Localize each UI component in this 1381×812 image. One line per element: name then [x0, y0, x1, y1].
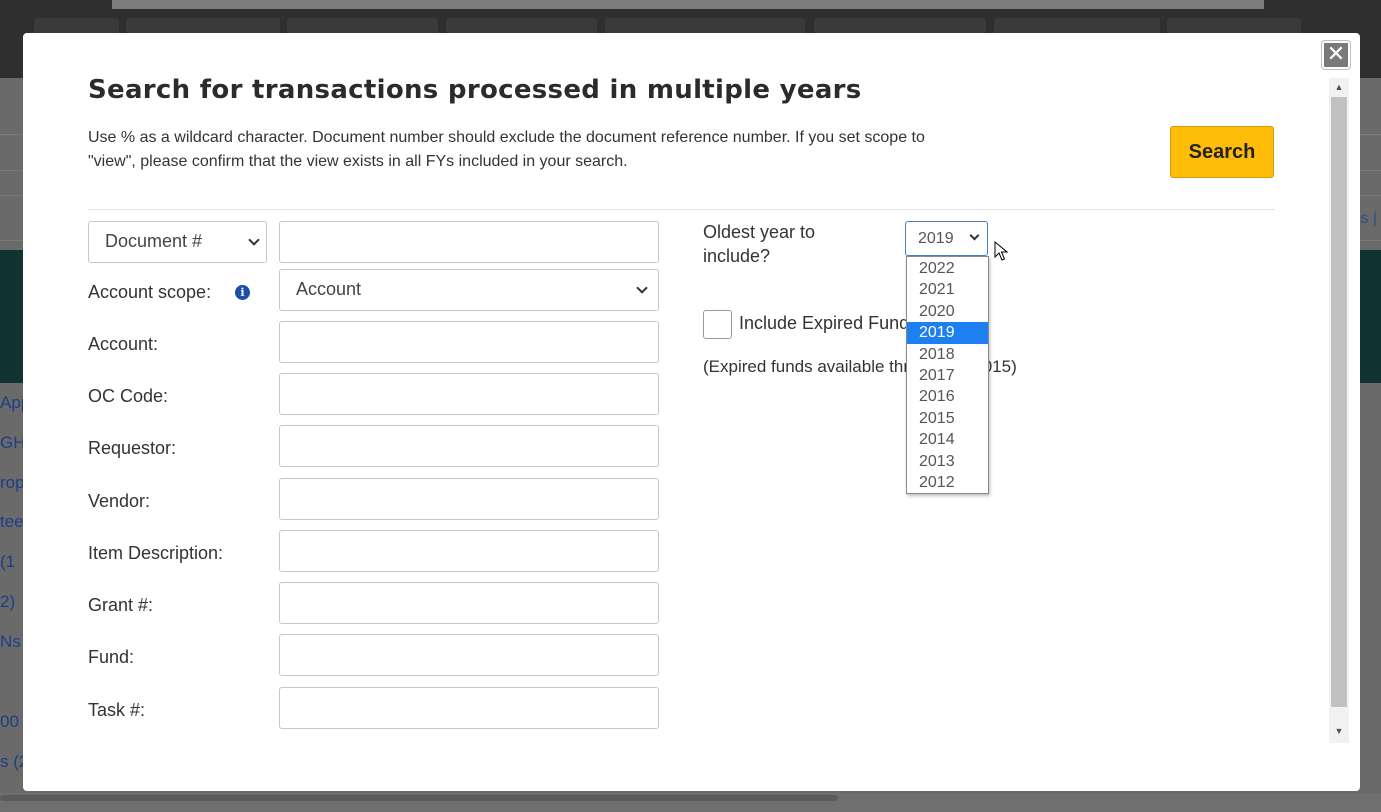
include-expired-checkbox[interactable] [703, 310, 732, 339]
include-expired-label[interactable]: Include Expired Funds [739, 313, 918, 334]
document-type-value: Document # [105, 231, 203, 251]
divider [88, 209, 1275, 210]
year-dropdown-list: 2022 2021 2020 2019 2018 2017 2016 2015 … [906, 256, 989, 494]
year-option[interactable]: 2017 [907, 365, 988, 386]
account-label: Account: [88, 334, 159, 354]
fund-label: Fund: [88, 647, 135, 667]
scroll-down-icon[interactable]: ▼ [1334, 726, 1344, 736]
year-option-selected[interactable]: 2019 [907, 322, 988, 344]
requestor-label: Requestor: [88, 438, 177, 458]
fund-input[interactable] [279, 634, 659, 676]
modal-title: Search for transactions processed in mul… [88, 75, 862, 105]
document-type-select[interactable]: Document # [88, 221, 267, 263]
requestor-input[interactable] [279, 425, 659, 467]
modal-description: Use % as a wildcard character. Document … [88, 129, 925, 170]
background-link: Ns [0, 632, 21, 651]
chevron-down-icon [636, 282, 648, 294]
task-number-label: Task #: [88, 700, 146, 720]
year-option[interactable]: 2013 [907, 451, 988, 472]
close-icon[interactable]: ✕ [1322, 41, 1350, 69]
year-option[interactable]: 2021 [907, 279, 988, 300]
background-text: s | [1360, 210, 1377, 227]
year-option[interactable]: 2018 [907, 344, 988, 365]
item-description-input[interactable] [279, 530, 659, 572]
year-option[interactable]: 2015 [907, 408, 988, 429]
account-scope-value: Account [296, 279, 362, 299]
document-number-input[interactable] [279, 221, 659, 263]
search-button[interactable]: Search [1170, 126, 1274, 178]
modal-scroll-thumb[interactable] [1331, 97, 1347, 707]
year-option[interactable]: 2012 [907, 472, 988, 493]
grant-number-input[interactable] [279, 582, 659, 624]
task-number-input[interactable] [279, 687, 659, 729]
background-address-bar [112, 0, 1264, 9]
scroll-up-icon[interactable]: ▲ [1334, 82, 1344, 92]
mouse-cursor-icon [994, 241, 1008, 261]
search-modal: ✕ Search for transactions processed in m… [23, 33, 1360, 791]
year-option[interactable]: 2016 [907, 386, 988, 407]
account-scope-select[interactable]: Account [279, 269, 659, 311]
item-description-label: Item Description: [88, 543, 224, 563]
background-link: (1 [0, 552, 16, 571]
chevron-down-icon [969, 230, 980, 241]
info-icon[interactable]: i [235, 285, 250, 300]
background-link: GH [0, 433, 26, 452]
account-input[interactable] [279, 321, 659, 363]
vendor-input[interactable] [279, 478, 659, 520]
oc-code-label: OC Code: [88, 386, 169, 406]
background-link: 00 [0, 712, 19, 731]
year-option[interactable]: 2020 [907, 301, 988, 322]
account-scope-label: Account scope: [88, 282, 212, 302]
oldest-year-value: 2019 [918, 230, 954, 247]
chevron-down-icon [248, 234, 260, 246]
vendor-label: Vendor: [88, 491, 151, 511]
oldest-year-select[interactable]: 2019 [905, 221, 988, 256]
background-scroll-thumb [0, 795, 838, 801]
grant-number-label: Grant #: [88, 595, 154, 615]
oldest-year-label: Oldest year to include? [703, 222, 816, 266]
year-option[interactable]: 2014 [907, 429, 988, 450]
background-link: rop [0, 473, 25, 492]
year-option[interactable]: 2022 [907, 258, 988, 279]
oc-code-input[interactable] [279, 373, 659, 415]
background-link: 2) [0, 592, 16, 611]
background-link: tee [0, 512, 24, 531]
